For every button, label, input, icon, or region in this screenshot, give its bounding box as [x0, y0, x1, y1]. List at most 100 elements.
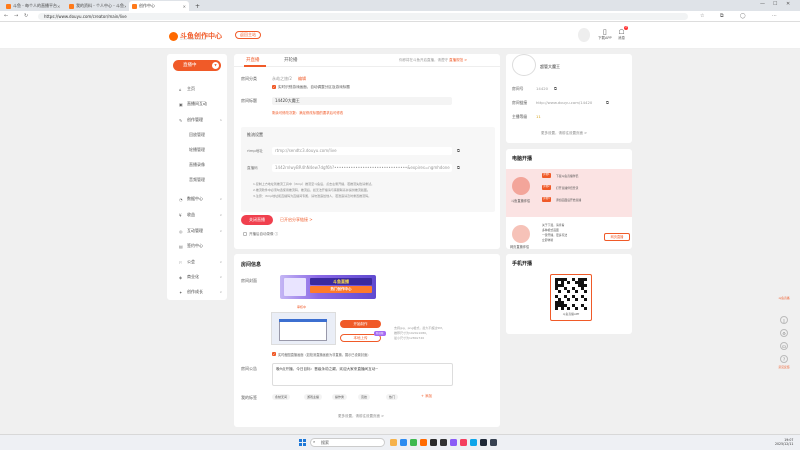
room-cover-image[interactable]: 斗鱼直播 热门创作中心 — [280, 275, 376, 299]
tab-start-carousel[interactable]: 开轮播 — [284, 57, 298, 63]
sidebar-item-label: 直播间互动 — [187, 101, 207, 106]
auto-capture-checkbox[interactable]: ✓ — [272, 352, 276, 356]
sidebar-item-label: 主页 — [187, 86, 195, 91]
more-settings-link[interactable]: 更多设置，请前往设置页面 > — [338, 414, 384, 419]
sidebar-item-guild[interactable]: ⚐ 公会 ∨ — [167, 257, 227, 267]
settings-icon[interactable]: ⚙ — [780, 329, 788, 337]
new-tab-button[interactable]: + — [192, 1, 202, 11]
sidebar-item-carousel[interactable]: 轮播管理 — [167, 145, 227, 155]
sidebar-item-commerce[interactable]: ◈ 商业化 ∨ — [167, 272, 227, 282]
minimize-icon[interactable]: — — [760, 1, 765, 7]
back-to-main-site-button[interactable]: 返回主站 — [235, 31, 261, 39]
category-edit-link[interactable]: 编辑 — [298, 76, 306, 82]
url-input[interactable]: https://www.douyu.com/creator/main/live — [38, 13, 688, 20]
room-title-input[interactable]: 14420大魔王 — [272, 97, 452, 105]
sidebar-item-creation[interactable]: ✎ 创作管理 ∧ — [167, 115, 227, 125]
live-status-button[interactable]: 直播中 ▼ — [173, 60, 221, 71]
download-app-button[interactable]: ▯ 下载APP — [598, 28, 612, 41]
chat-app-icon[interactable] — [470, 439, 477, 446]
copy-room-link-icon[interactable]: ⧉ — [606, 100, 609, 105]
app-qr-code[interactable]: 斗鱼直播APP — [550, 274, 592, 321]
close-tab-icon[interactable]: ✕ — [124, 4, 126, 9]
live-rules-link[interactable]: 直播规范 > — [449, 58, 467, 62]
live-companion-highlight[interactable]: 斗鱼直播伴侣 步骤1 下载斗鱼直播伴侣 步骤2 打开直播伴侣登录 步骤3 添加画… — [506, 169, 632, 217]
auto-detect-checkbox[interactable]: ✓ — [272, 85, 276, 89]
add-tag-link[interactable]: + 添加 — [421, 394, 432, 399]
room-link-value[interactable]: http://www.douyu.com/14420 — [536, 100, 592, 105]
video-app-icon[interactable] — [460, 439, 467, 446]
announcement-textarea[interactable]: 晚9点开播，今日目标：晋级永劫之巅，欢迎大家来直播间互动~ — [272, 363, 453, 386]
tag-chip[interactable]: 永劫无间 — [272, 394, 291, 400]
copy-rtmp-icon[interactable]: ⧉ — [457, 148, 460, 153]
sidebar-item-home[interactable]: ⌂ 主页 — [167, 84, 227, 94]
mobile-icon[interactable]: ▯ — [780, 316, 788, 324]
messages-button[interactable]: ☖ 消息 — [618, 28, 625, 41]
rtmp-address-field[interactable]: rtmp://sendtc3.douyu.com/live — [272, 147, 452, 155]
favorite-star-icon[interactable]: ☆ — [700, 13, 704, 19]
copy-stream-key-icon[interactable]: ⧉ — [457, 165, 460, 170]
browser-tab-1[interactable]: 斗鱼 - 每个人的直播平台 ✕ — [3, 1, 63, 11]
auto-record-checkbox[interactable] — [243, 232, 247, 236]
help-icon[interactable]: ⓘ — [275, 232, 279, 236]
obs-app-icon[interactable] — [480, 439, 487, 446]
start-make-cover-button[interactable]: 开始制作 — [340, 320, 381, 328]
close-tab-icon[interactable]: ✕ — [183, 4, 186, 9]
web-live-button[interactable]: 网页直播 — [604, 233, 630, 241]
extensions-icon[interactable]: ⧉ — [720, 13, 724, 19]
sidebar-item-recording[interactable]: 直播录像 — [167, 160, 227, 170]
tag-chip[interactable]: 操作秀 — [332, 394, 348, 400]
windows-start-icon[interactable] — [299, 439, 306, 446]
sidebar-item-interact[interactable]: ◎ 互动管理 ∨ — [167, 226, 227, 236]
sidebar-item-contract[interactable]: ▤ 签约中心 — [167, 241, 227, 251]
headset-icon[interactable]: ☊ — [780, 342, 788, 350]
tag-chip[interactable]: 游戏主播 — [304, 394, 323, 400]
share-link[interactable]: 已开启分享链接 > — [280, 217, 313, 223]
sidebar-item-growth[interactable]: ✦ 创作成长 ∨ — [167, 287, 227, 297]
auto-record-option[interactable]: 开播后自动录像 ⓘ — [243, 232, 278, 237]
address-bar: ← → ↻ https://www.douyu.com/creator/main… — [0, 11, 800, 22]
stream-key-field[interactable]: 1442rnlwyBR4hN4ew7dgf6h?••••••••••••••••… — [272, 164, 452, 172]
profile-more-link[interactable]: 更多设置，请前往设置页面 > — [541, 131, 587, 136]
media-app-icon[interactable] — [450, 439, 457, 446]
cover-banner-text: 斗鱼直播 — [310, 278, 372, 285]
profile-icon[interactable]: ◯ — [740, 13, 746, 19]
close-live-button[interactable]: 关闭直播 — [241, 215, 273, 225]
game-app-icon[interactable] — [440, 439, 447, 446]
mobile-live-card: 手机开播 斗鱼直播APP — [506, 254, 632, 334]
close-window-icon[interactable]: ✕ — [786, 1, 790, 7]
user-avatar[interactable] — [578, 28, 590, 42]
screenshot-cover-preview[interactable] — [271, 312, 336, 345]
tag-chip[interactable]: 热门 — [386, 394, 399, 400]
forward-arrow-icon[interactable]: → — [14, 13, 18, 19]
sidebar-item-label: 创作管理 — [187, 117, 203, 122]
close-tab-icon[interactable]: ✕ — [57, 4, 60, 9]
maximize-icon[interactable]: ☐ — [773, 1, 777, 7]
douyu-app-icon[interactable] — [420, 439, 427, 446]
back-arrow-icon[interactable]: ← — [4, 13, 8, 19]
copy-room-id-icon[interactable]: ⧉ — [554, 86, 557, 91]
browser-tab-3[interactable]: 创作中心 ✕ — [129, 1, 189, 11]
taskbar-clock[interactable]: 19:07 2025/12/11 — [775, 438, 793, 446]
tab-start-live[interactable]: 开直播 — [246, 57, 260, 63]
chrome-icon[interactable] — [410, 439, 417, 446]
refresh-icon[interactable]: ↻ — [24, 13, 28, 19]
steam-icon[interactable] — [430, 439, 437, 446]
terminal-app-icon[interactable] — [490, 439, 497, 446]
browser-tab-2[interactable]: 我的资料 - 个人中心 - 斗鱼 ✕ — [66, 1, 126, 11]
edge-browser-icon[interactable] — [400, 439, 407, 446]
rail-top-label[interactable]: 斗鱼直播 — [778, 296, 790, 300]
sidebar-item-live-room[interactable]: ▣ 直播间互动 — [167, 99, 227, 109]
douyu-creator-logo[interactable]: 斗鱼创作中心 DOUYU CREATOR CENTER — [169, 30, 227, 42]
more-menu-icon[interactable]: ⋯ — [772, 13, 777, 19]
chevron-down-icon[interactable]: ▼ — [212, 62, 219, 69]
taskbar-search[interactable]: 搜索 — [310, 438, 385, 447]
feedback-button[interactable]: 意见反馈 — [778, 365, 790, 369]
sidebar-item-replay[interactable]: 回放管理 — [167, 130, 227, 140]
tag-chip[interactable]: 竞技 — [358, 394, 371, 400]
file-explorer-icon[interactable] — [390, 439, 397, 446]
sidebar-item-audio[interactable]: 音频管理 — [167, 175, 227, 185]
help-circle-icon[interactable]: ? — [780, 355, 788, 363]
sidebar-item-income[interactable]: ¥ 收益 ∨ — [167, 210, 227, 220]
sidebar-item-data[interactable]: ◔ 数据中心 ∨ — [167, 194, 227, 204]
streamer-avatar[interactable] — [512, 54, 536, 76]
